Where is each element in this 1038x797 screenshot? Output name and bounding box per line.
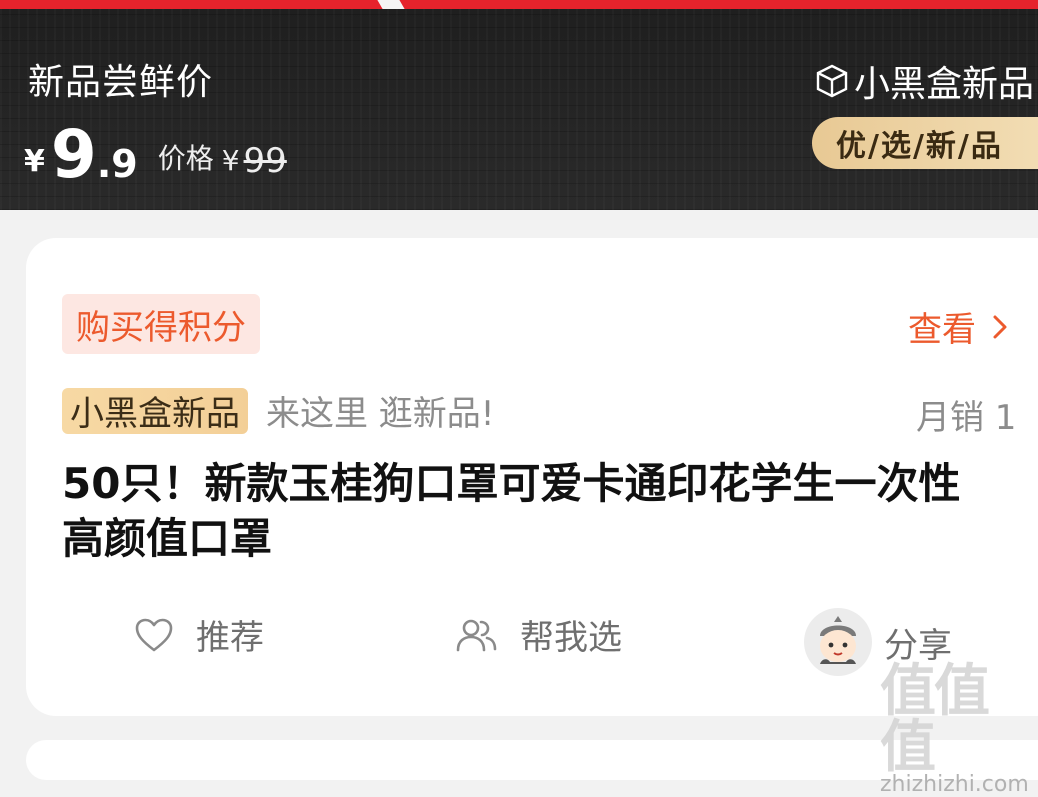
recommend-button[interactable]: 推荐 (134, 610, 264, 659)
recommend-label: 推荐 (196, 618, 264, 658)
price-decimal: .9 (96, 142, 138, 186)
chevron-right-icon (993, 315, 1007, 338)
product-card: 购买得积分 查看 小黑盒新品 来这里 逛新品! 月销 1 50只！新款玉桂狗口罩… (26, 238, 1038, 716)
mascot-icon (820, 616, 856, 664)
top-red-strip (0, 0, 1038, 9)
help-choose-label: 帮我选 (520, 618, 622, 658)
brand-badge[interactable]: 小黑盒新品 (62, 387, 248, 434)
banner-title: 新品尝鲜价 (28, 62, 214, 103)
price-banner: 新品尝鲜价 ¥ 9 .9 价格 ¥ 99 小黑盒新品 优/选/新/品 (0, 9, 1038, 210)
monthly-sales: 月销 1 (916, 398, 1017, 438)
help-choose-button[interactable]: 帮我选 (454, 610, 622, 659)
price-integer: 9 (50, 116, 97, 193)
watermark: 值值值 zhizhizhi.com (880, 664, 1038, 797)
mascot-avatar (804, 608, 872, 676)
product-title[interactable]: 50只！新款玉桂狗口罩可爱卡通印花学生一次性高颜值口罩 (62, 456, 1002, 566)
cube-icon (816, 64, 848, 98)
view-link-label: 查看 (908, 310, 976, 350)
heart-icon (135, 618, 173, 651)
original-price-value: 99 (243, 141, 287, 181)
brand-row: 小黑盒新品 来这里 逛新品! (62, 386, 494, 435)
watermark-url: zhizhizhi.com (880, 772, 1029, 797)
original-price-label: 价格 (157, 142, 214, 175)
brand-logo: 小黑盒新品 (814, 55, 1034, 107)
brand-slogan: 来这里 逛新品! (266, 394, 495, 434)
view-link[interactable]: 查看 (908, 302, 1008, 351)
price-currency: ¥ (24, 144, 45, 179)
selection-tag: 优/选/新/品 (812, 117, 1038, 169)
original-price-currency: ¥ (221, 144, 240, 177)
price-row: ¥ 9 .9 价格 ¥ 99 (24, 115, 287, 193)
watermark-glyphs: 值值值 (880, 659, 990, 780)
logo-text: 小黑盒新品 (853, 64, 1034, 105)
points-badge: 购买得积分 (62, 294, 260, 354)
users-icon (456, 619, 497, 651)
